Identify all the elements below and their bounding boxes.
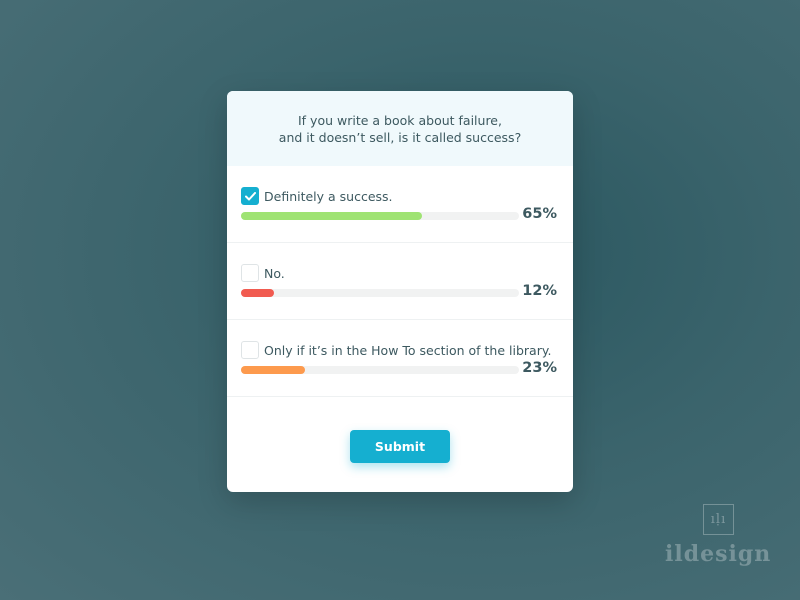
brand-watermark: ildesign [665, 541, 772, 567]
option-3-checkbox[interactable] [241, 341, 259, 359]
poll-card: If you write a book about failure, and i… [227, 91, 573, 492]
poll-option-3[interactable]: Only if it’s in the How To section of th… [227, 320, 573, 397]
option-2-result-fill [241, 289, 275, 297]
option-2-label: No. [264, 266, 285, 281]
option-1-result-bar [241, 212, 519, 220]
submit-button[interactable]: Submit [350, 430, 450, 463]
poll-question: If you write a book about failure, and i… [227, 91, 573, 166]
option-3-result-bar [241, 366, 519, 374]
poll-option-2[interactable]: No. 12% [227, 243, 573, 320]
poll-option-1[interactable]: Definitely a success. 65% [227, 166, 573, 243]
check-icon [245, 192, 256, 201]
option-1-percent: 65% [522, 206, 557, 222]
brand-logo-mark: ıḷı [703, 504, 734, 535]
option-2-checkbox[interactable] [241, 264, 259, 282]
brand-logo-text: ıḷı [710, 512, 727, 527]
question-line-2: and it doesn’t sell, is it called succes… [278, 129, 522, 145]
option-3-result-fill [241, 366, 305, 374]
question-line-1: If you write a book about failure, [298, 112, 502, 128]
option-3-label: Only if it’s in the How To section of th… [264, 343, 552, 358]
option-2-percent: 12% [522, 283, 557, 299]
option-1-result-fill [241, 212, 422, 220]
option-2-result-bar [241, 289, 519, 297]
option-1-checkbox[interactable] [241, 187, 259, 205]
option-3-percent: 23% [522, 360, 557, 376]
option-1-label: Definitely a success. [264, 189, 393, 204]
